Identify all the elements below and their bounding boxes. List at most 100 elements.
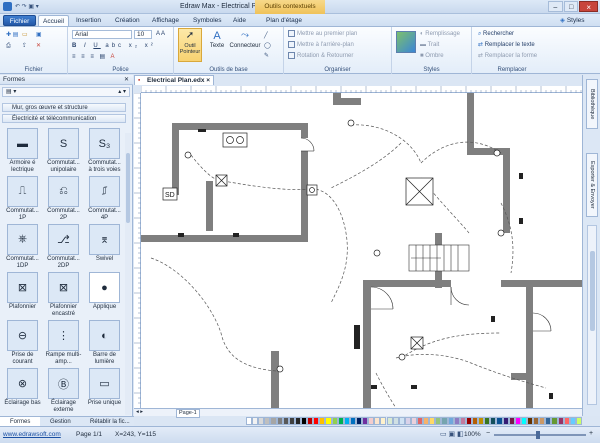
electrical-floor-plan[interactable]: SD: [141, 93, 582, 408]
text-tool-button[interactable]: A Texte: [206, 29, 228, 49]
close-doc-icon[interactable]: ✕: [36, 42, 41, 50]
zoom-slider[interactable]: [494, 434, 586, 436]
styles-menu[interactable]: ◈ Styles: [560, 16, 585, 24]
shape-thumbnail-icon: S: [48, 128, 79, 159]
shape-item[interactable]: ▬ Armoire é lectrique: [4, 128, 41, 174]
tab-plan-etage[interactable]: Plan d'étage: [262, 15, 306, 26]
group-label-styles: Styles: [423, 67, 440, 73]
website-link[interactable]: www.edrawsoft.com: [3, 431, 61, 438]
pointer-tool-button[interactable]: ➚ Outil Pointeur: [178, 28, 202, 62]
search-button[interactable]: ⌕ Rechercher: [478, 30, 514, 38]
font-style-buttons[interactable]: B I U abc x₂ x²: [72, 42, 156, 50]
font-family-select[interactable]: Arial: [72, 30, 132, 39]
minimize-button[interactable]: –: [548, 1, 563, 12]
ruler-ticks-h: [140, 86, 582, 93]
shapes-toolbar[interactable]: ▤ ▾ ▴ ▾: [2, 87, 130, 97]
shape-thumbnail-icon: ▭: [89, 368, 120, 399]
close-button[interactable]: ×: [579, 1, 599, 12]
export-icon[interactable]: ⇪: [22, 42, 27, 50]
print-icon[interactable]: ⎙: [6, 42, 11, 50]
bring-front-label: Mettre au premier plan: [297, 31, 358, 38]
window-controls[interactable]: – □ ×: [548, 1, 599, 12]
tab-aide[interactable]: Aide: [229, 15, 250, 26]
shape-label: Barre de lumière: [92, 352, 116, 365]
canvas-scrollbar-h[interactable]: [246, 408, 582, 416]
tab-creation[interactable]: Création: [111, 15, 144, 26]
canvas-scroll-thumb-v[interactable]: [590, 251, 595, 331]
open-icon[interactable]: ▭: [22, 31, 28, 39]
shape-item[interactable]: ⊗ Éclairage bas: [4, 368, 41, 407]
shape-item[interactable]: ⊖ Prise de courant: [4, 320, 41, 366]
new-icon[interactable]: ✚ ▤: [6, 31, 18, 39]
shapes-scroll-thumb[interactable]: [126, 153, 130, 223]
shape-item[interactable]: ⎇ Commutat... 2DP: [45, 224, 82, 270]
save-icon[interactable]: ▣: [36, 31, 42, 39]
drawing-canvas[interactable]: SD: [141, 93, 582, 408]
group-remplacer: ⌕ Rechercher ⇄ Remplacer le texte ⇄ Remp…: [472, 27, 552, 74]
shape-item[interactable]: ● Applique: [86, 272, 123, 311]
library-tab[interactable]: Bibliothèque: [586, 79, 598, 129]
doors: [300, 137, 552, 332]
page-tab-1[interactable]: Page-1: [176, 409, 200, 418]
replace-shape-button[interactable]: ⇄ Remplacer la forme: [478, 52, 537, 60]
retablir-tab-label: Rétablir la fic...: [90, 419, 130, 425]
shape-thumbnail-icon: ⎌: [48, 176, 79, 207]
shape-item[interactable]: ⋮ Rampe multi-amp...: [45, 320, 82, 366]
fill-button[interactable]: ◐ Remplissage: [420, 30, 460, 38]
shape-item[interactable]: ◐ Barre de lumière: [86, 320, 123, 366]
bring-front-button[interactable]: Mettre au premier plan: [288, 30, 357, 38]
align-buttons[interactable]: ≡ ≡ ≡ ▤ A: [72, 53, 117, 61]
draw-tools-icons[interactable]: ╱ ◯ ✎: [264, 31, 271, 61]
shape-label: Commutat... unipolaire: [47, 160, 80, 173]
shadow-button[interactable]: ■ Ombre: [420, 52, 444, 60]
tab-insertion[interactable]: Insertion: [72, 15, 105, 26]
view-mode-icons[interactable]: ▭ ▣ ◧: [440, 430, 464, 438]
shape-thumbnail-icon: ⌆: [89, 224, 120, 255]
shape-thumbnail-icon: ⎎: [89, 176, 120, 207]
panel-close-icon[interactable]: ✕: [124, 76, 129, 83]
document-close-icon[interactable]: ×: [206, 76, 210, 86]
line-button[interactable]: ▬ Trait: [420, 41, 439, 49]
staircase: [408, 244, 470, 272]
file-tab[interactable]: Fichier: [3, 15, 36, 26]
shape-item[interactable]: S₃ Commutat... à trois voies: [86, 128, 123, 174]
quick-access-toolbar[interactable]: ↶ ↷ ▣ ▾: [15, 3, 75, 11]
tab-accueil[interactable]: Accueil: [38, 15, 69, 26]
shape-item[interactable]: ⊠ Plafonnier: [4, 272, 41, 311]
maximize-button[interactable]: □: [563, 1, 579, 12]
shape-item[interactable]: ▭ Prise unique: [86, 368, 123, 407]
shape-thumbnail-icon: ⋮: [48, 320, 79, 351]
font-size-select[interactable]: 10: [134, 30, 152, 39]
bring-front-icon: [288, 30, 295, 37]
font-grow-icon[interactable]: A A: [156, 30, 165, 38]
category-mur[interactable]: Mur, gros œuvre et structure: [2, 103, 126, 112]
shape-item[interactable]: S Commutat... unipolaire: [45, 128, 82, 174]
export-send-tab[interactable]: Exporter & Envoyer: [586, 153, 598, 217]
shape-item[interactable]: ⎍ Commutat... 1P: [4, 176, 41, 222]
tab-symboles[interactable]: Symboles: [189, 15, 226, 26]
color-swatch[interactable]: [575, 417, 582, 425]
send-back-button[interactable]: Mettre à l'arrière-plan: [288, 41, 354, 49]
replace-text-button[interactable]: ⇄ Remplacer le texte: [478, 41, 535, 49]
shape-item[interactable]: ⎈ Commutat... 1DP: [4, 224, 41, 270]
shapes-scrollbar[interactable]: [125, 133, 131, 415]
zoom-slider-thumb[interactable]: [536, 431, 540, 439]
zoom-out-button[interactable]: −: [486, 430, 490, 437]
shape-item[interactable]: Ⓑ Éclairage externe: [45, 368, 82, 414]
shape-item[interactable]: ⎎ Commutat... 4P: [86, 176, 123, 222]
app-icon[interactable]: [3, 2, 12, 11]
tab-affichage[interactable]: Affichage: [148, 15, 183, 26]
category-electricite[interactable]: Électricité et télécommunication: [2, 114, 126, 123]
canvas-scrollbar-v[interactable]: [587, 225, 597, 405]
quick-styles-button[interactable]: [396, 31, 416, 53]
shape-item[interactable]: ⌆ Swivel: [86, 224, 123, 263]
page-tab-bar: ◂ ▸ Page-1: [134, 408, 246, 418]
connector-tool-button[interactable]: ⤳ Connecteur: [228, 29, 262, 49]
rotate-button[interactable]: Rotation & Retourner: [288, 52, 353, 60]
shape-item[interactable]: ⎌ Commutat... 2P: [45, 176, 82, 222]
zoom-in-button[interactable]: +: [589, 430, 593, 437]
shape-item[interactable]: ⊠ Plafonnier encastré: [45, 272, 82, 318]
page-nav-icons[interactable]: ◂ ▸: [136, 409, 143, 416]
category-mur-label: Mur, gros œuvre et structure: [12, 105, 88, 111]
document-tab[interactable]: ▪ Electrical Plan.edx ×: [134, 75, 214, 85]
